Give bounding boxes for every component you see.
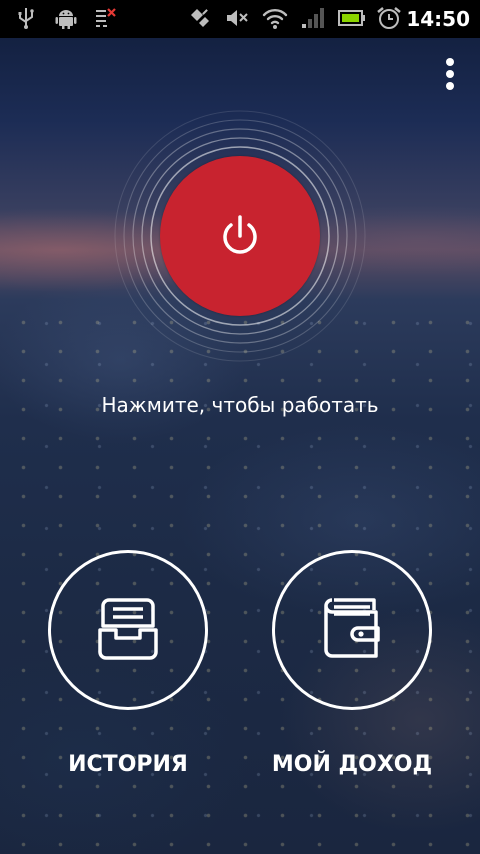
- inbox-tray-icon: [98, 598, 158, 660]
- power-button[interactable]: [160, 156, 320, 316]
- wifi-icon: [262, 9, 288, 29]
- history-label: ИСТОРИЯ: [68, 752, 188, 777]
- alarm-icon: [377, 7, 401, 29]
- status-bar: 14:50: [0, 0, 480, 38]
- usb-icon: [18, 8, 34, 29]
- my-income-button[interactable]: МОЙ ДОХОД: [252, 550, 452, 790]
- my-income-circle[interactable]: [272, 550, 432, 710]
- mute-icon: [227, 10, 248, 26]
- my-income-label: МОЙ ДОХОД: [271, 752, 433, 777]
- sync-icon: [191, 9, 209, 27]
- wallet-icon: [324, 598, 380, 658]
- overflow-menu-button[interactable]: [430, 52, 470, 96]
- history-circle[interactable]: [48, 550, 208, 710]
- notification-list-icon: [96, 8, 116, 27]
- history-button[interactable]: ИСТОРИЯ: [28, 550, 228, 790]
- power-hint-text: Нажмите, чтобы работать: [101, 393, 379, 417]
- power-icon: [223, 215, 257, 254]
- android-debug-icon: [55, 10, 77, 29]
- battery-icon: [338, 10, 365, 26]
- signal-icon: [302, 8, 324, 28]
- power-control: [110, 106, 370, 366]
- status-clock: 14:50: [406, 7, 470, 31]
